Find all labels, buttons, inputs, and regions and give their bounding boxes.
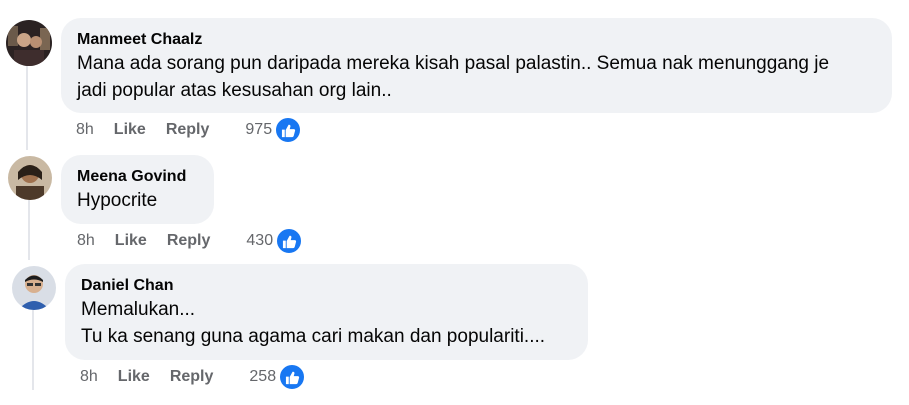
- comment-bubble: Meena Govind Hypocrite: [61, 155, 214, 224]
- like-button[interactable]: Like: [115, 232, 147, 250]
- comment-author[interactable]: Meena Govind: [77, 167, 198, 187]
- avatar[interactable]: [6, 20, 52, 66]
- comment-timestamp[interactable]: 8h: [77, 232, 95, 250]
- thumbs-up-icon[interactable]: [278, 363, 307, 391]
- comment-bubble: Daniel Chan Memalukan... Tu ka senang gu…: [65, 264, 588, 360]
- thread-line: [32, 310, 34, 390]
- reply-button[interactable]: Reply: [166, 121, 210, 139]
- comment-text: Tu ka senang guna agama cari makan dan p…: [81, 326, 546, 347]
- like-button[interactable]: Like: [114, 121, 146, 139]
- thumbs-up-icon[interactable]: [275, 227, 304, 255]
- comment-timestamp[interactable]: 8h: [76, 121, 94, 139]
- comment-text: jadi popular atas kesusahan org lain..: [77, 80, 392, 101]
- reaction-count[interactable]: 258: [249, 368, 276, 386]
- comment-author[interactable]: Daniel Chan: [81, 276, 572, 296]
- comment-timestamp[interactable]: 8h: [80, 368, 98, 386]
- comment-author[interactable]: Manmeet Chaalz: [77, 30, 876, 50]
- comment-text: Mana ada sorang pun daripada mereka kisa…: [77, 53, 830, 74]
- comment-actions: 8h Like Reply 430: [77, 227, 304, 255]
- comment-item: Daniel Chan Memalukan... Tu ka senang gu…: [0, 260, 909, 405]
- like-button[interactable]: Like: [118, 368, 150, 386]
- comment-item: Meena Govind Hypocrite 8h Like Reply 430: [0, 150, 909, 260]
- thumbs-up-icon[interactable]: [274, 116, 303, 144]
- reaction-count[interactable]: 430: [246, 232, 273, 250]
- thread-line: [28, 198, 30, 260]
- comment-bubble: Manmeet Chaalz Mana ada sorang pun darip…: [61, 18, 892, 113]
- avatar[interactable]: [12, 266, 56, 310]
- reply-button[interactable]: Reply: [167, 232, 211, 250]
- reply-button[interactable]: Reply: [170, 368, 214, 386]
- thread-line: [26, 64, 28, 150]
- comment-text: Hypocrite: [77, 190, 158, 211]
- comment-actions: 8h Like Reply 258: [80, 363, 307, 391]
- comment-actions: 8h Like Reply 975: [76, 116, 303, 144]
- comment-item: Manmeet Chaalz Mana ada sorang pun darip…: [0, 0, 909, 150]
- avatar[interactable]: [8, 156, 52, 200]
- comment-text: Memalukan...: [81, 299, 196, 320]
- reaction-count[interactable]: 975: [245, 121, 272, 139]
